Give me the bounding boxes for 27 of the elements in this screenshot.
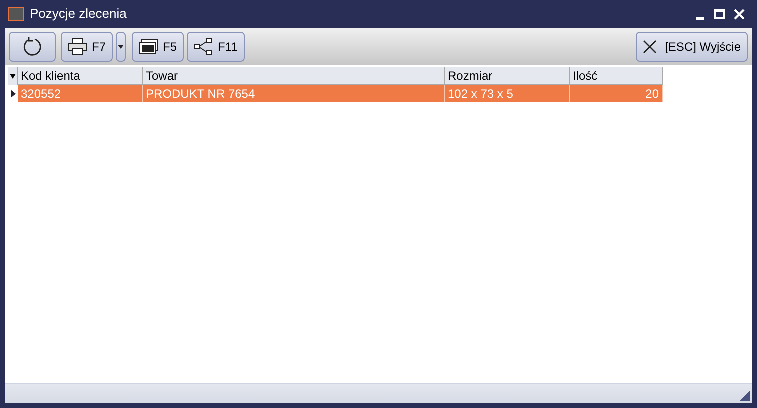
app-logo-icon — [8, 7, 24, 21]
column-header[interactable]: Towar — [143, 67, 445, 85]
table-cell: PRODUKT NR 7654 — [143, 85, 445, 102]
refresh-icon — [22, 36, 44, 58]
dropdown-button[interactable] — [116, 32, 126, 62]
refresh-button[interactable] — [9, 32, 56, 62]
table-cell: 102 x 73 x 5 — [445, 85, 570, 102]
share-button[interactable]: F11 — [187, 32, 245, 62]
caret-icon — [118, 44, 124, 48]
column-menu-icon[interactable] — [8, 67, 18, 85]
table-cell: 20 — [570, 85, 663, 102]
printer-icon — [68, 38, 88, 56]
column-header[interactable]: Kod klienta — [18, 67, 143, 85]
close-icon — [643, 40, 658, 54]
print-button[interactable]: F7 — [61, 32, 114, 62]
windows-icon — [139, 38, 160, 54]
window-title: Pozycje zlecenia — [30, 5, 127, 24]
share-icon — [194, 38, 214, 56]
current-row-icon — [10, 90, 16, 98]
maximize-button[interactable] — [714, 9, 725, 19]
table-cell: 320552 — [18, 85, 143, 102]
column-header[interactable]: Rozmiar — [445, 67, 570, 85]
resize-grip-icon[interactable] — [740, 391, 750, 401]
close-button[interactable] — [733, 8, 745, 20]
column-header[interactable]: Ilość — [570, 67, 663, 85]
exit-button[interactable]: [ESC] Wyjście — [636, 32, 748, 62]
screen-button[interactable]: F5 — [132, 32, 184, 62]
